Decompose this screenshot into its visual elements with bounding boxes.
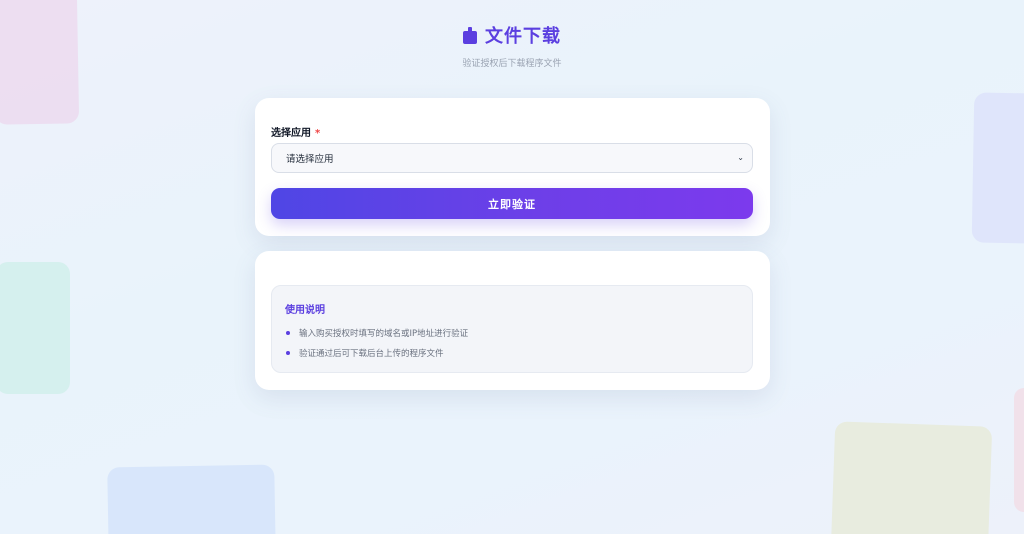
decorative-shape — [830, 421, 993, 534]
page-subtitle: 验证授权后下载程序文件 — [462, 59, 562, 69]
decorative-shape — [107, 464, 276, 534]
verify-card: 选择应用 * 请选择应用 ⌄ 立即验证 — [255, 98, 770, 236]
bullet-icon — [286, 351, 290, 355]
decorative-shape — [0, 262, 70, 394]
instructions-list: 输入购买授权时填写的域名或IP地址进行验证 验证通过后可下载后台上传的程序文件 — [286, 323, 468, 363]
clipboard-icon — [463, 26, 477, 44]
list-item-text: 输入购买授权时填写的域名或IP地址进行验证 — [299, 329, 469, 339]
list-item: 输入购买授权时填写的域名或IP地址进行验证 — [286, 323, 468, 343]
list-item-text: 验证通过后可下载后台上传的程序文件 — [299, 349, 444, 359]
list-item: 验证通过后可下载后台上传的程序文件 — [286, 343, 468, 363]
instructions-title: 使用说明 — [285, 305, 325, 316]
decorative-shape — [1014, 388, 1024, 512]
verify-button[interactable]: 立即验证 — [271, 188, 753, 219]
page-title: 文件下载 — [485, 26, 561, 47]
instructions-panel: 使用说明 输入购买授权时填写的域名或IP地址进行验证 验证通过后可下载后台上传的… — [271, 285, 753, 373]
app-select-value: 请选择应用 — [286, 154, 334, 165]
decorative-shape — [971, 92, 1024, 244]
app-select-label: 选择应用 * — [271, 124, 320, 139]
bullet-icon — [286, 331, 290, 335]
app-select-label-text: 选择应用 — [271, 128, 311, 139]
instructions-card: 使用说明 输入购买授权时填写的域名或IP地址进行验证 验证通过后可下载后台上传的… — [255, 251, 770, 390]
title-row: 文件下载 — [463, 22, 561, 48]
app-select[interactable]: 请选择应用 ⌄ — [271, 143, 753, 173]
page-header: 文件下载 验证授权后下载程序文件 — [0, 22, 1024, 69]
chevron-down-icon: ⌄ — [737, 153, 744, 162]
required-mark: * — [315, 128, 321, 139]
